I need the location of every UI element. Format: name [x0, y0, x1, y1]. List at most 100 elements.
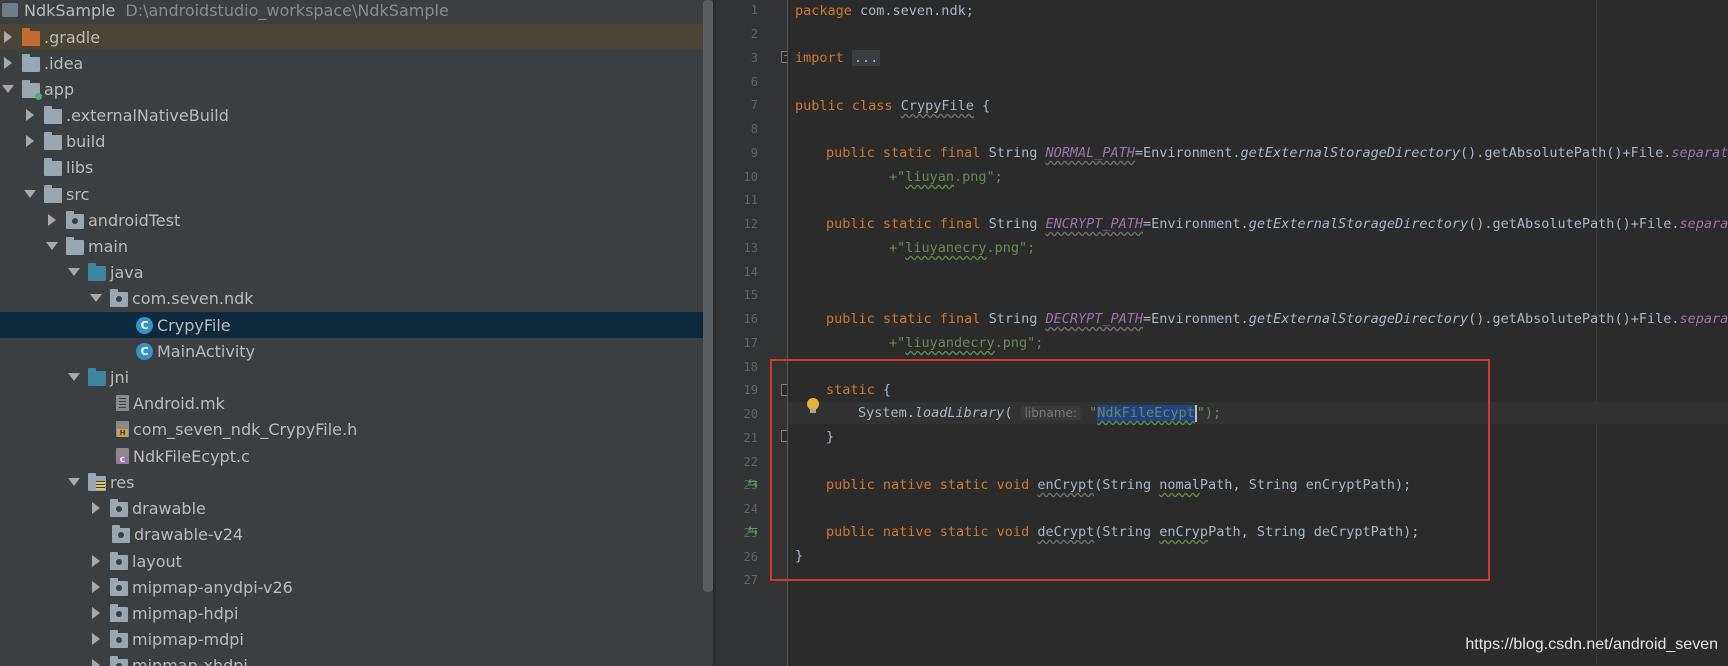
tree-row-libs[interactable]: libs [0, 154, 713, 180]
line-number: 17 [743, 336, 758, 350]
tree-label: main [88, 236, 128, 256]
code-line: public static final String ENCRYPT_PATH=… [826, 216, 1728, 232]
line-number: 26 [743, 550, 758, 564]
tree-label: src [66, 184, 90, 204]
tree-row-externalnativebuild[interactable]: .externalNativeBuild [0, 102, 713, 128]
line-number: 27 [743, 573, 758, 587]
tree-row-app[interactable]: app [0, 76, 713, 102]
c-file-icon [116, 448, 129, 464]
tree-row-androidtest[interactable]: androidTest [0, 207, 713, 233]
line-number: 24 [743, 502, 758, 516]
code-line: public static final String NORMAL_PATH=E… [826, 145, 1728, 161]
tree-label: jni [110, 367, 130, 387]
tree-label: MainActivity [157, 341, 256, 361]
tree-row-gradle[interactable]: .gradle [0, 24, 713, 50]
tree-row-crypyfile[interactable]: C CrypyFile [0, 312, 713, 338]
collapse-arrow-icon[interactable] [68, 475, 80, 489]
collapse-arrow-icon[interactable] [46, 239, 58, 253]
native-method-icon[interactable] [748, 477, 764, 489]
tree-label: Android.mk [133, 393, 225, 413]
collapse-arrow-icon[interactable] [90, 291, 102, 305]
project-path: D:\androidstudio_workspace\NdkSample [125, 0, 449, 20]
class-icon: C [136, 342, 153, 360]
tree-label: com_seven_ndk_CrypyFile.h [133, 419, 358, 439]
tree-row-src[interactable]: src [0, 181, 713, 207]
line-number: 2 [750, 27, 758, 41]
tree-label: layout [132, 551, 182, 571]
tree-row-c-file[interactable]: NdkFileEcypt.c [0, 443, 713, 469]
line-number: 20 [743, 407, 758, 421]
expand-arrow-icon[interactable] [2, 30, 14, 44]
tree-label: .gradle [44, 27, 101, 47]
tree-row-header-file[interactable]: com_seven_ndk_CrypyFile.h [0, 416, 713, 442]
tree-row-layout[interactable]: layout [0, 548, 713, 574]
tree-row-res[interactable]: res [0, 469, 713, 495]
tree-row-android-mk[interactable]: Android.mk [0, 390, 713, 416]
tree-row-build[interactable]: build [0, 128, 713, 154]
tree-row-drawable-v24[interactable]: drawable-v24 [0, 521, 713, 547]
line-number: 22 [743, 455, 758, 469]
tree-scrollbar[interactable] [703, 0, 713, 592]
tree-row-mainactivity[interactable]: C MainActivity [0, 338, 713, 364]
collapse-arrow-icon[interactable] [24, 187, 36, 201]
expand-arrow-icon[interactable] [24, 108, 36, 122]
folder-icon [22, 53, 40, 72]
expand-arrow-icon[interactable] [90, 501, 102, 515]
expand-arrow-icon[interactable] [90, 554, 102, 568]
line-number: 7 [750, 98, 758, 112]
expand-arrow-icon[interactable] [46, 213, 58, 227]
folder-icon [44, 131, 62, 150]
expand-arrow-icon[interactable] [90, 658, 102, 666]
line-number: 9 [750, 146, 758, 160]
tree-row-idea[interactable]: .idea [0, 50, 713, 76]
tree-label: .idea [44, 53, 84, 73]
project-tree-panel: NdkSample D:\androidstudio_workspace\Ndk… [0, 0, 713, 666]
tree-row-mipmap-hdpi[interactable]: mipmap-hdpi [0, 600, 713, 626]
folder-icon [22, 27, 40, 46]
tree-row-main[interactable]: main [0, 233, 713, 259]
expand-arrow-icon[interactable] [2, 56, 14, 70]
code-line: +"liuyanecry.png"; [889, 240, 1036, 256]
tree-row-mipmap-mdpi[interactable]: mipmap-mdpi [0, 626, 713, 652]
tree-label: mipmap-anydpi-v26 [132, 577, 293, 597]
tree-row-mipmap-anydpi[interactable]: mipmap-anydpi-v26 [0, 574, 713, 600]
line-number: 11 [743, 193, 758, 207]
collapse-arrow-icon[interactable] [68, 370, 80, 384]
tree-row-java[interactable]: java [0, 259, 713, 285]
tree-label: res [110, 472, 135, 492]
line-number: 8 [750, 122, 758, 136]
tree-row-project-root[interactable]: NdkSample D:\androidstudio_workspace\Ndk… [0, 0, 713, 23]
tree-label: java [110, 262, 144, 282]
right-margin-guide [1596, 0, 1597, 666]
line-number: 12 [743, 217, 758, 231]
folder-icon [110, 629, 128, 648]
line-number: 14 [743, 265, 758, 279]
text-file-icon [116, 395, 129, 411]
code-line: package com.seven.ndk; [795, 3, 974, 19]
expand-arrow-icon[interactable] [90, 580, 102, 594]
tree-row-jni[interactable]: jni [0, 364, 713, 390]
folder-icon [110, 655, 128, 666]
code-line: import ... [795, 50, 881, 66]
collapse-arrow-icon[interactable] [2, 82, 14, 96]
tree-row-package[interactable]: com.seven.ndk [0, 285, 713, 311]
tree-row-mipmap-xhdpi[interactable]: mipmap-xhdpi [0, 652, 713, 666]
tree-label: androidTest [88, 210, 181, 230]
tree-label: libs [66, 157, 94, 177]
folder-icon [44, 105, 62, 124]
expand-arrow-icon[interactable] [90, 632, 102, 646]
collapse-arrow-icon[interactable] [68, 265, 80, 279]
line-number: 19 [743, 383, 758, 397]
tree-label: build [66, 131, 106, 151]
folder-icon [66, 236, 84, 255]
folder-icon [110, 603, 128, 622]
tree-label: drawable-v24 [134, 524, 244, 544]
expand-arrow-icon[interactable] [90, 606, 102, 620]
expand-arrow-icon[interactable] [24, 134, 36, 148]
line-number: 10 [743, 170, 758, 184]
folded-imports[interactable]: ... [851, 50, 881, 66]
annotation-highlight-box [770, 359, 1490, 581]
line-number: 15 [743, 288, 758, 302]
tree-row-drawable[interactable]: drawable [0, 495, 713, 521]
native-method-icon[interactable] [748, 524, 764, 536]
